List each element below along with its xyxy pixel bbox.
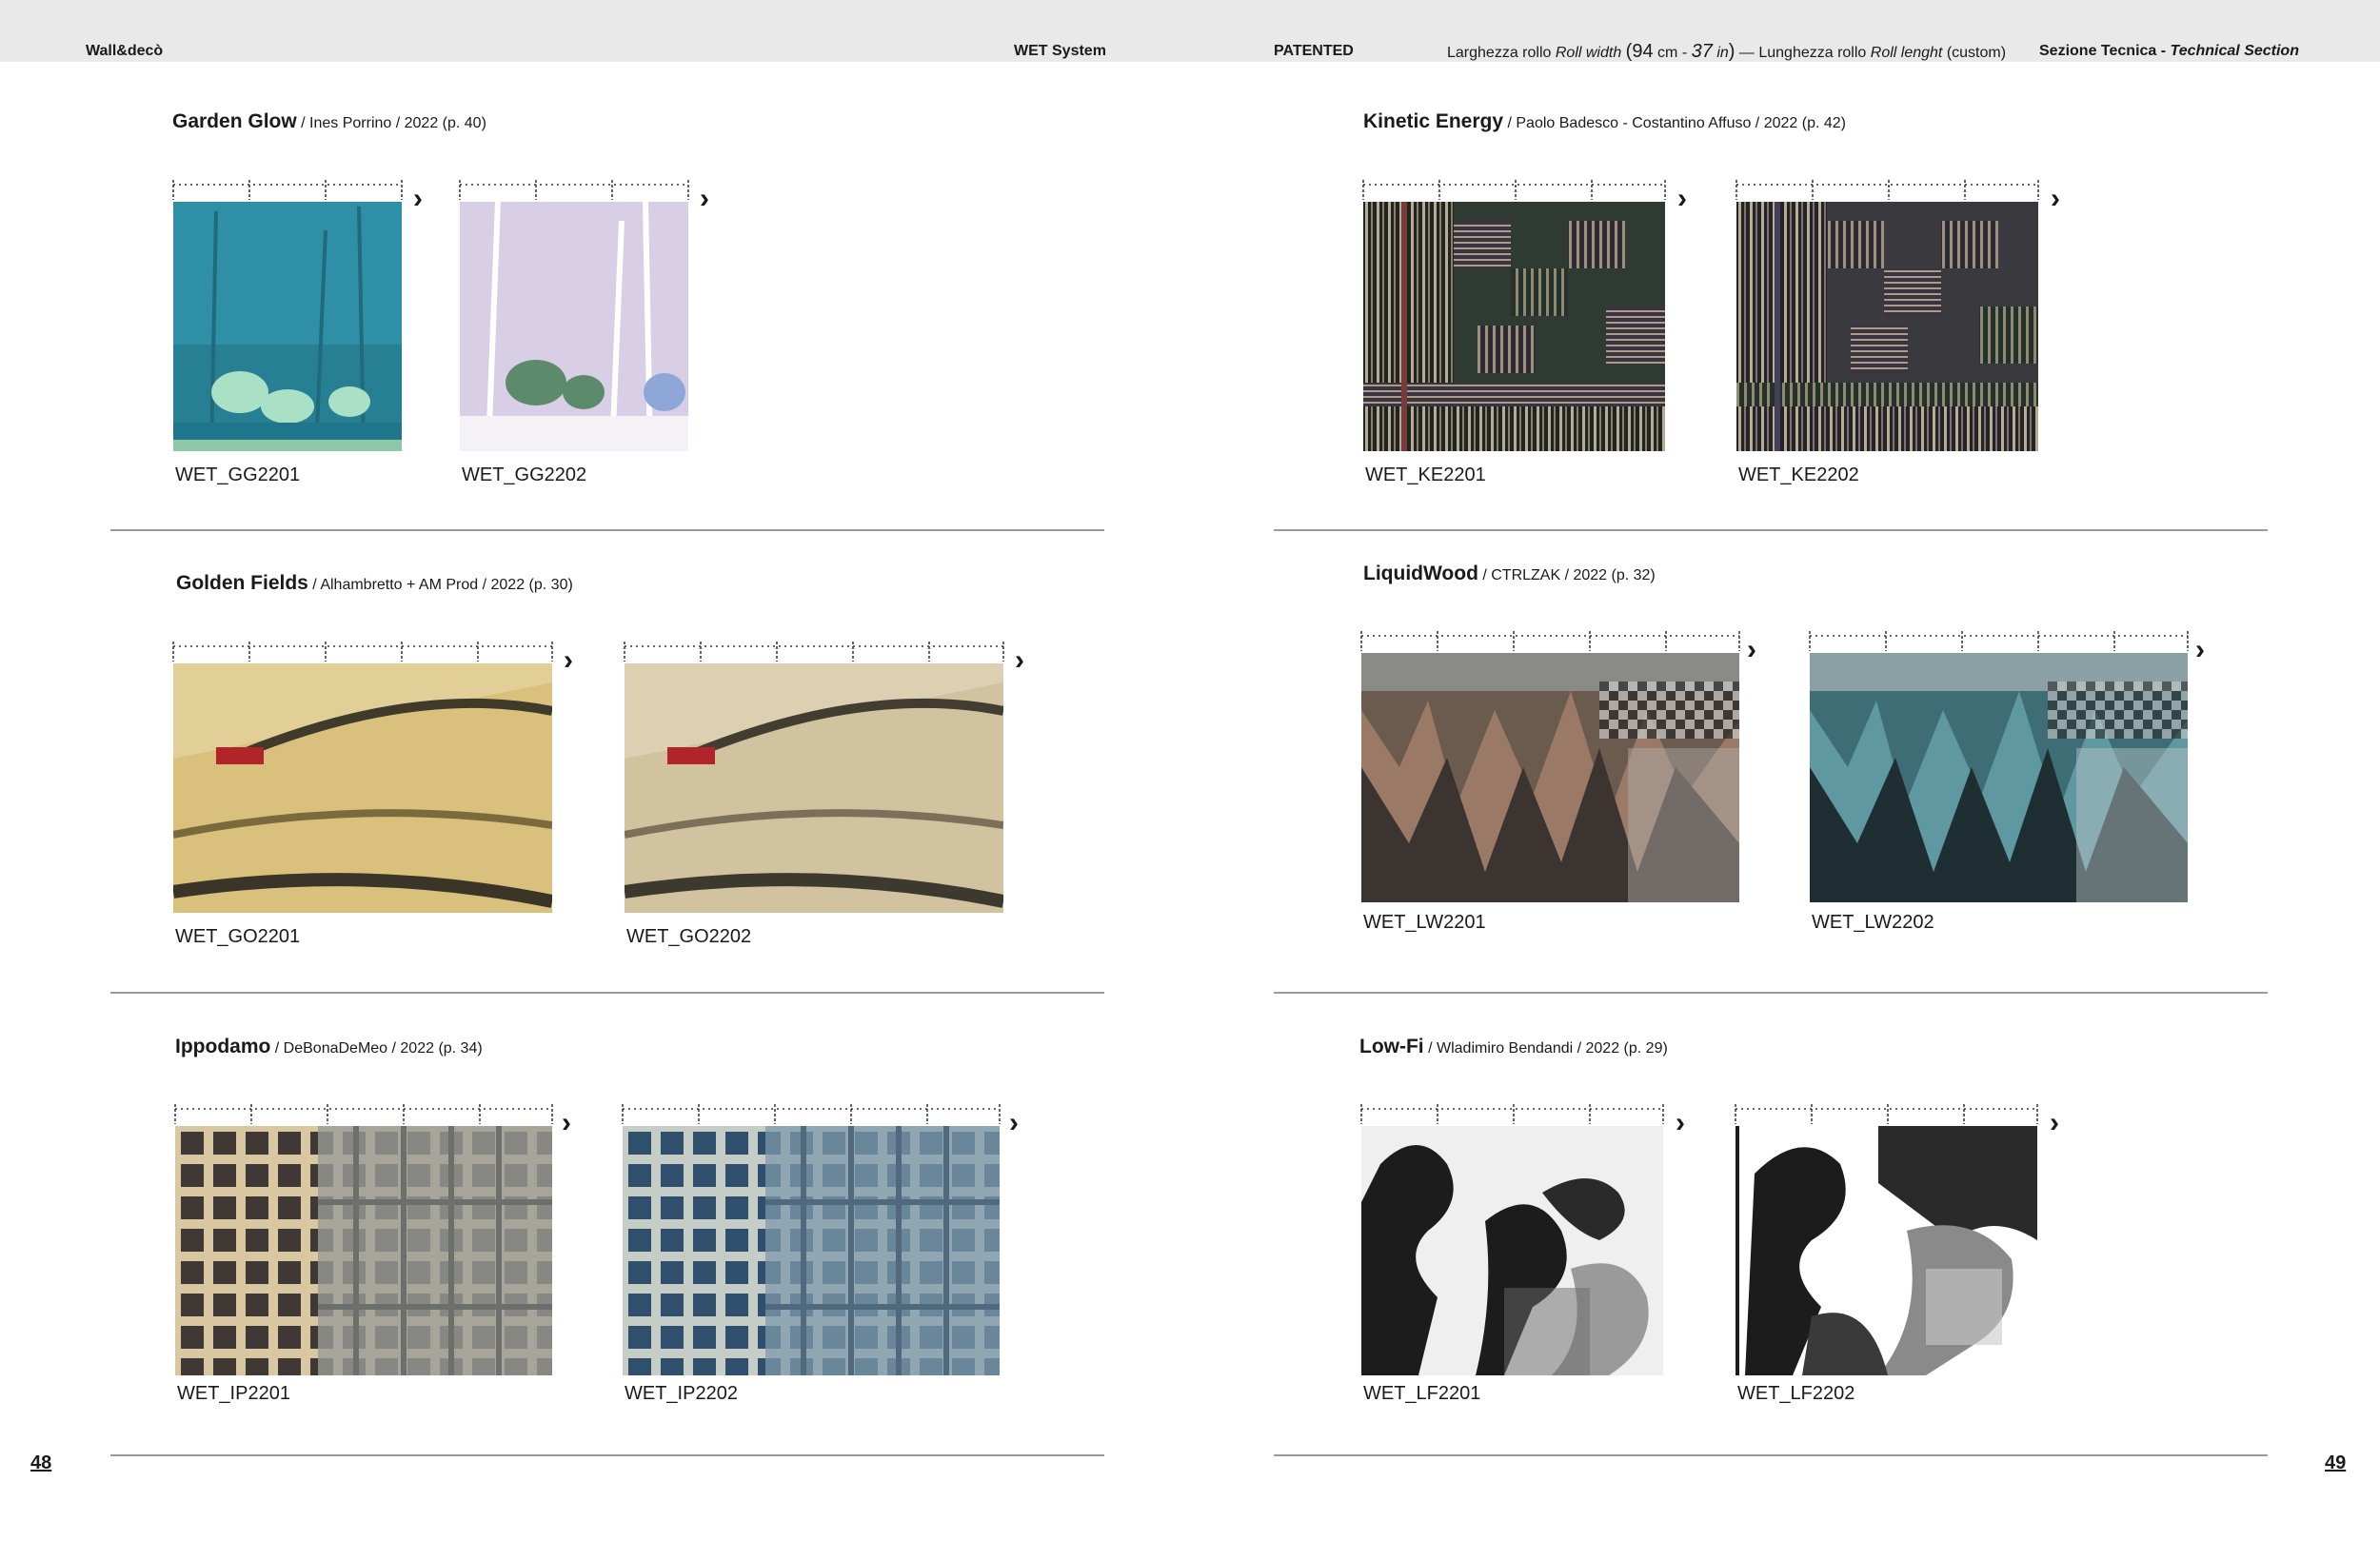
product-code: WET_IP2202 [625, 1383, 738, 1404]
wallpaper-preview-image [1361, 653, 1739, 902]
product-code: WET_LW2202 [1812, 912, 1934, 933]
roll-ruler-icon [1360, 628, 1740, 653]
swatch-ke2202[interactable]: › WET_KE2202 [1735, 180, 2060, 485]
divider [110, 1454, 1104, 1456]
wallpaper-preview-image [625, 663, 1003, 913]
brand-logo: Wall&decò [86, 43, 164, 59]
section-title-ippodamo: Ippodamo / DeBonaDeMeo / 2022 (p. 34) [175, 1036, 483, 1057]
roll-ruler-icon [1360, 1101, 1664, 1126]
divider [1274, 1454, 2268, 1456]
chevron-right-icon[interactable]: › [2051, 185, 2060, 213]
chevron-right-icon[interactable]: › [413, 185, 423, 213]
product-code: WET_GG2202 [462, 464, 587, 485]
chevron-right-icon[interactable]: › [700, 185, 709, 213]
chevron-right-icon[interactable]: › [1009, 1109, 1019, 1137]
patented-label: PATENTED [1274, 43, 1354, 59]
wallpaper-preview-image [623, 1126, 1000, 1375]
chevron-right-icon[interactable]: › [1015, 646, 1024, 675]
divider [110, 992, 1104, 994]
swatch-lw2201[interactable]: › WET_LW2201 [1360, 631, 1756, 933]
swatch-lf2202[interactable]: › WET_LF2202 [1735, 1104, 2059, 1404]
swatch-go2202[interactable]: › WET_GO2202 [624, 642, 1024, 947]
chevron-right-icon[interactable]: › [1676, 1109, 1685, 1137]
page-number-right: 49 [2325, 1452, 2347, 1473]
roll-ruler-icon [1735, 177, 2039, 202]
divider [1274, 529, 2268, 531]
section-title-low-fi: Low-Fi / Wladimiro Bendandi / 2022 (p. 2… [1359, 1036, 1668, 1057]
wallpaper-preview-image [173, 202, 402, 451]
swatch-lw2202[interactable]: › WET_LW2202 [1809, 631, 2205, 933]
product-code: WET_LF2201 [1363, 1383, 1481, 1404]
swatch-lf2201[interactable]: › WET_LF2201 [1360, 1104, 1685, 1404]
section-title-golden-fields: Golden Fields / Alhambretto + AM Prod / … [176, 572, 573, 594]
roll-ruler-icon [1362, 177, 1666, 202]
divider [110, 529, 1104, 531]
product-code: WET_LW2201 [1363, 912, 1486, 933]
header-bar [0, 0, 2380, 62]
wallpaper-preview-image [1810, 653, 2188, 902]
system-label: WET System [1014, 43, 1106, 59]
wallpaper-preview-image [1735, 1126, 2037, 1375]
roll-ruler-icon [459, 177, 689, 202]
roll-ruler-icon [172, 639, 553, 663]
wallpaper-preview-image [1361, 1126, 1663, 1375]
roll-ruler-icon [1809, 628, 2189, 653]
wallpaper-preview-image [175, 1126, 552, 1375]
roll-ruler-icon [624, 639, 1004, 663]
product-code: WET_GO2202 [626, 926, 752, 947]
swatch-gg2202[interactable]: › WET_GG2202 [459, 180, 709, 485]
wallpaper-preview-image [1736, 202, 2038, 451]
swatch-go2201[interactable]: › WET_GO2201 [172, 642, 573, 947]
swatch-ke2201[interactable]: › WET_KE2201 [1362, 180, 1687, 485]
chevron-right-icon[interactable]: › [2195, 636, 2205, 664]
roll-ruler-icon [1735, 1101, 2038, 1126]
roll-ruler-icon [174, 1101, 553, 1126]
product-code: WET_KE2202 [1738, 464, 1859, 485]
product-code: WET_IP2201 [177, 1383, 290, 1404]
product-code: WET_GO2201 [175, 926, 301, 947]
roll-dimensions: Larghezza rollo Roll width (94 cm - 37 i… [1447, 41, 2007, 62]
product-code: WET_KE2201 [1365, 464, 1486, 485]
swatch-ip2202[interactable]: › WET_IP2202 [622, 1104, 1019, 1404]
divider [1274, 992, 2268, 994]
chevron-right-icon[interactable]: › [1747, 636, 1756, 664]
swatch-gg2201[interactable]: › WET_GG2201 [172, 180, 423, 485]
section-title-garden-glow: Garden Glow / Ines Porrino / 2022 (p. 40… [172, 110, 486, 132]
product-code: WET_GG2201 [175, 464, 301, 485]
roll-ruler-icon [172, 177, 403, 202]
chevron-right-icon[interactable]: › [1677, 185, 1687, 213]
wallpaper-preview-image [1363, 202, 1665, 451]
swatch-ip2201[interactable]: › WET_IP2201 [174, 1104, 571, 1404]
wallpaper-preview-image [173, 663, 552, 913]
page-number-left: 48 [30, 1452, 52, 1473]
chevron-right-icon[interactable]: › [564, 646, 573, 675]
product-code: WET_LF2202 [1737, 1383, 1855, 1404]
roll-ruler-icon [622, 1101, 1001, 1126]
section-title-liquidwood: LiquidWood / CTRLZAK / 2022 (p. 32) [1363, 563, 1656, 584]
section-label: Sezione Tecnica - Technical Section [2039, 43, 2299, 59]
section-title-kinetic-energy: Kinetic Energy / Paolo Badesco - Costant… [1363, 110, 1846, 132]
chevron-right-icon[interactable]: › [2050, 1109, 2059, 1137]
wallpaper-preview-image [460, 202, 688, 451]
chevron-right-icon[interactable]: › [562, 1109, 571, 1137]
